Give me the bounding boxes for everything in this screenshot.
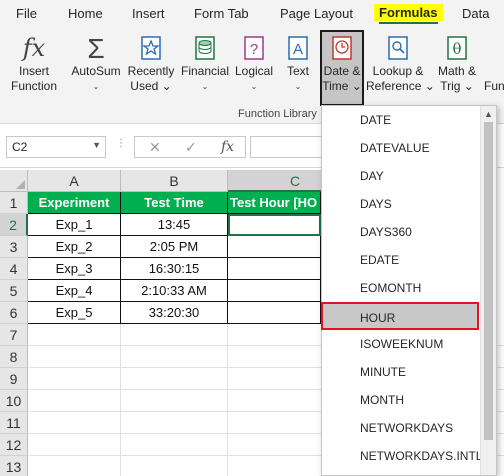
menu-item-datevalue[interactable]: DATEVALUE [322,134,480,162]
cell-a6[interactable]: Exp_5 [28,302,121,324]
tab-page-layout[interactable]: Page Layout [280,6,353,21]
letter-a-icon: A [280,32,316,64]
lookup-reference-button[interactable]: Lookup & Reference ⌄ [366,32,435,94]
cell-a5[interactable]: Exp_4 [28,280,121,302]
menu-item-edate[interactable]: EDATE [322,246,480,274]
name-box[interactable]: C2 ▼ [6,136,106,158]
tab-form-tab[interactable]: Form Tab [194,6,249,21]
question-book-icon: ? [232,32,276,64]
recently-used-button[interactable]: Recently Used ⌄ [124,32,178,94]
cell-b3[interactable]: 2:05 PM [121,236,228,258]
financial-button[interactable]: Financial ⌄ [178,32,232,94]
coins-icon [178,32,232,64]
cell-a2[interactable]: Exp_1 [28,214,121,236]
insert-function-button[interactable]: fx Insert Function [6,32,62,94]
dropdown-scrollbar[interactable]: ▲ [480,106,496,475]
tab-home[interactable]: Home [68,6,103,21]
cell-a1[interactable]: Experiment [28,192,121,214]
fx-icon: fx [22,33,46,62]
fx-icon[interactable]: fx [221,139,234,155]
more-functions-button[interactable]: . Fun [484,32,504,94]
cell-b2[interactable]: 13:45 [121,214,228,236]
math-trig-button[interactable]: θ Math & Trig ⌄ [434,32,480,94]
row-header-9[interactable]: 9 [0,368,28,390]
star-book-icon [124,32,178,64]
group-label-function-library: Function Library [238,108,317,120]
column-header-b[interactable]: B [121,170,228,192]
cell-c1[interactable]: Test Hour [HO [228,192,321,214]
formula-input[interactable] [250,136,330,158]
row-header-11[interactable]: 11 [0,412,28,434]
menu-item-days360[interactable]: DAYS360 [322,218,480,246]
row-header-12[interactable]: 12 [0,434,28,456]
row-header-4[interactable]: 4 [0,258,28,280]
row-header-13[interactable]: 13 [0,456,28,476]
row-header-6[interactable]: 6 [0,302,28,324]
tab-insert[interactable]: Insert [132,6,165,21]
ribbon-tab-bar: File Home Insert Form Tab Page Layout Fo… [0,0,504,28]
row-header-2[interactable]: 2 [0,214,28,236]
select-all-button[interactable] [0,170,28,192]
row-header-5[interactable]: 5 [0,280,28,302]
tab-file[interactable]: File [16,6,37,21]
menu-item-networkdays-intl[interactable]: NETWORKDAYS.INTL [322,442,482,470]
row-header-10[interactable]: 10 [0,390,28,412]
cell-b4[interactable]: 16:30:15 [121,258,228,280]
chevron-down-icon[interactable]: ▼ [92,140,101,150]
scroll-up-icon[interactable]: ▲ [484,109,493,119]
menu-item-month[interactable]: MONTH [322,386,480,414]
cell-b5[interactable]: 2:10:33 AM [121,280,228,302]
menu-item-day[interactable]: DAY [322,162,480,190]
cell-c4[interactable] [228,258,321,280]
scrollbar-thumb[interactable] [484,122,493,440]
menu-item-minute[interactable]: MINUTE [322,358,480,386]
row-header-7[interactable]: 7 [0,324,28,346]
menu-item-date[interactable]: DATE [322,106,480,134]
menu-item-eomonth[interactable]: EOMONTH [322,274,480,302]
logical-button[interactable]: ? Logical ⌄ [232,32,276,94]
cell-b6[interactable]: 33:20:30 [121,302,228,324]
autosum-button[interactable]: Σ AutoSum ⌄ [68,32,124,94]
cell-c3[interactable] [228,236,321,258]
svg-text:A: A [293,41,303,58]
theta-book-icon: θ [434,32,480,64]
date-time-button[interactable]: Date & Time ⌄ [320,30,364,106]
cell-a4[interactable]: Exp_3 [28,258,121,280]
sigma-icon: Σ [87,32,105,64]
cell-c6[interactable] [228,302,321,324]
text-button[interactable]: A Text ⌄ [280,32,316,94]
menu-item-hour[interactable]: HOUR [321,302,479,330]
column-header-a[interactable]: A [28,170,121,192]
svg-text:θ: θ [452,40,461,58]
enter-icon[interactable]: ✓ [185,139,197,156]
formula-buttons: ✕ ✓ fx [134,136,246,158]
menu-item-isoweeknum[interactable]: ISOWEEKNUM [322,330,480,358]
date-time-dropdown: DATE DATEVALUE DAY DAYS DAYS360 EDATE EO… [321,105,497,476]
cell-b1[interactable]: Test Time [121,192,228,214]
row-header-8[interactable]: 8 [0,346,28,368]
tab-formulas[interactable]: Formulas [374,4,443,24]
resize-handle-icon[interactable]: ⋮ [116,138,127,149]
row-header-3[interactable]: 3 [0,236,28,258]
cell-c2-active[interactable] [228,214,321,236]
cell-c5[interactable] [228,280,321,302]
svg-text:?: ? [250,41,258,58]
menu-item-networkdays[interactable]: NETWORKDAYS [322,414,480,442]
cell-a3[interactable]: Exp_2 [28,236,121,258]
menu-item-days[interactable]: DAYS [322,190,480,218]
clock-book-icon [322,32,362,64]
cancel-icon[interactable]: ✕ [149,139,161,156]
row-header-1[interactable]: 1 [0,192,28,214]
magnifier-book-icon [366,32,430,64]
tab-data[interactable]: Data [462,6,489,21]
